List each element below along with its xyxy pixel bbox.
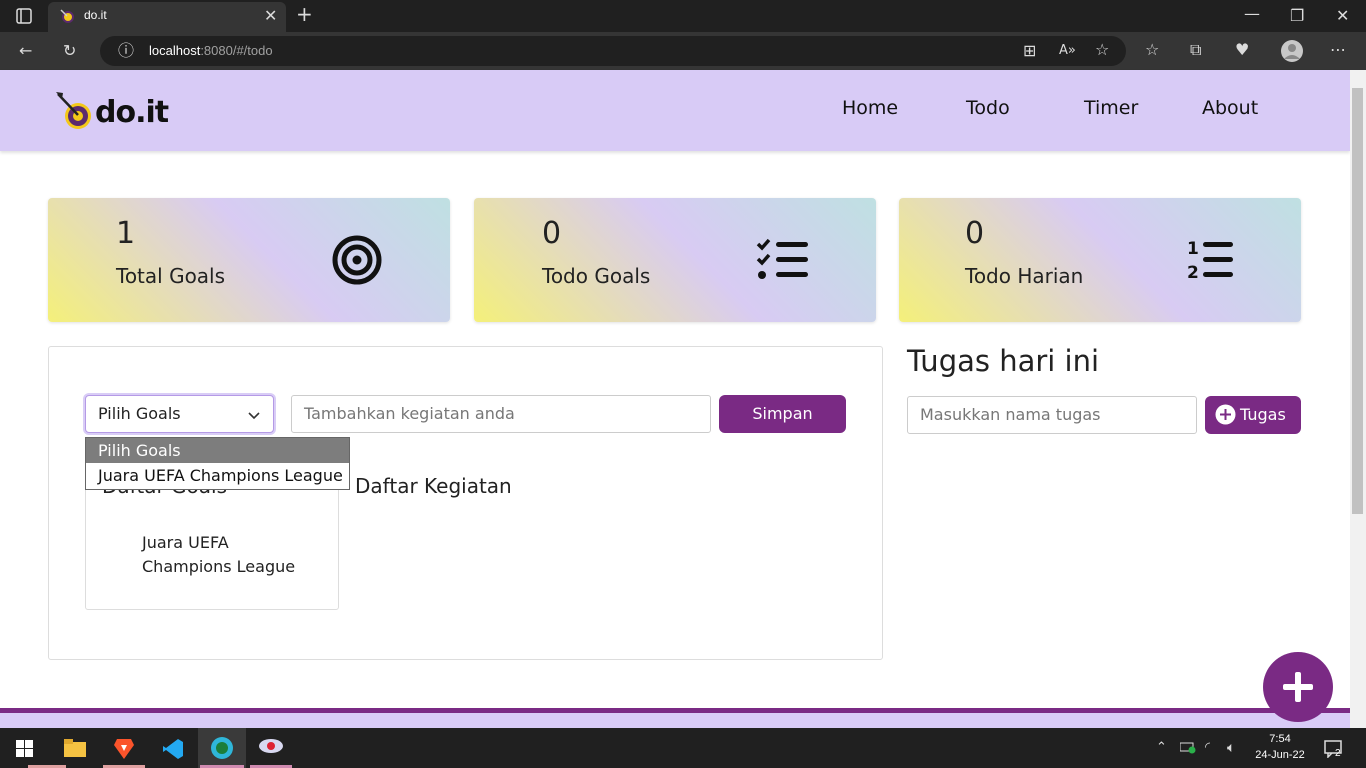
brand-name[interactable]: do.it xyxy=(95,95,169,130)
nav-timer[interactable]: Timer xyxy=(1084,97,1138,119)
site-info-icon[interactable]: ⓘ xyxy=(118,43,134,59)
save-button[interactable]: Simpan xyxy=(719,395,846,433)
plus-icon xyxy=(1281,670,1315,708)
today-tasks-title: Tugas hari ini xyxy=(907,344,1100,378)
url-host: localhost xyxy=(149,43,201,58)
goal-item[interactable]: Juara UEFA Champions League xyxy=(142,531,312,579)
chevron-down-icon[interactable] xyxy=(247,407,261,426)
dropdown-option-selected[interactable]: Pilih Goals xyxy=(86,438,349,463)
stat-value: 0 xyxy=(965,216,985,251)
plus-circle-icon xyxy=(1215,404,1236,429)
wifi-icon[interactable]: ◜ xyxy=(1205,740,1210,756)
clock-time: 7:54 xyxy=(1269,733,1291,745)
vscode-icon[interactable] xyxy=(162,738,184,764)
stat-label: Todo Harian xyxy=(965,264,1084,288)
add-favorite-icon[interactable]: ☆ xyxy=(1095,42,1109,58)
add-task-label: Tugas xyxy=(1240,405,1286,424)
logo-icon[interactable] xyxy=(54,88,98,136)
stat-label: Total Goals xyxy=(116,264,226,288)
checklist-icon xyxy=(756,238,810,286)
taskbar-clock[interactable]: 7:54 24-Jun-22 xyxy=(1254,731,1306,763)
favorites-icon[interactable]: ☆ xyxy=(1145,42,1159,58)
show-hidden-icons-icon[interactable]: ⌃ xyxy=(1156,740,1167,756)
url-path: :8080/#/todo xyxy=(200,43,273,58)
save-button-label: Simpan xyxy=(752,404,813,423)
notification-count: 2 xyxy=(1335,748,1341,759)
battery-icon[interactable] xyxy=(1179,740,1196,757)
tab-actions-icon[interactable] xyxy=(16,8,32,27)
windows-start-icon[interactable] xyxy=(16,740,33,761)
footer-bar xyxy=(0,708,1350,728)
nav-todo[interactable]: Todo xyxy=(966,97,1010,119)
brave-browser-icon[interactable] xyxy=(114,737,134,763)
collections-icon[interactable]: ⧉ xyxy=(1190,42,1201,58)
stat-value: 1 xyxy=(116,216,136,251)
stat-card-todo-goals xyxy=(474,198,876,322)
app-icon[interactable] xyxy=(258,737,284,763)
dropdown-option[interactable]: Juara UEFA Champions League xyxy=(98,466,343,485)
task-name-placeholder: Masukkan nama tugas xyxy=(920,405,1101,424)
tab-title: do.it xyxy=(84,8,107,22)
stat-label: Todo Goals xyxy=(542,264,651,288)
close-tab-icon[interactable]: ✕ xyxy=(264,8,277,24)
restore-icon[interactable]: ❐ xyxy=(1290,8,1304,24)
file-explorer-icon[interactable] xyxy=(64,739,86,761)
profile-avatar-icon[interactable] xyxy=(1281,40,1303,65)
app-available-icon[interactable]: ⊞ xyxy=(1023,43,1036,59)
notifications-icon[interactable] xyxy=(1324,740,1344,761)
nav-home[interactable]: Home xyxy=(842,97,898,119)
numbered-list-icon: 1 2 xyxy=(1186,238,1236,286)
url-text[interactable]: localhost:8080/#/todo xyxy=(149,43,273,58)
scrollbar-thumb[interactable] xyxy=(1352,88,1363,514)
svg-text:2: 2 xyxy=(1187,263,1199,282)
close-window-icon[interactable]: ✕ xyxy=(1336,8,1349,24)
health-icon[interactable]: ♥ xyxy=(1235,42,1249,58)
stat-value: 0 xyxy=(542,216,562,251)
goals-select-value: Pilih Goals xyxy=(98,404,181,423)
volume-icon[interactable]: 🔈︎ xyxy=(1227,740,1235,756)
target-icon xyxy=(332,235,382,289)
clock-date: 24-Jun-22 xyxy=(1255,749,1305,761)
more-menu-icon[interactable]: ⋯ xyxy=(1330,42,1346,58)
app-navbar xyxy=(0,70,1350,151)
edge-browser-icon[interactable] xyxy=(210,736,234,764)
activities-list-title: Daftar Kegiatan xyxy=(355,474,512,498)
activity-input-placeholder: Tambahkan kegiatan anda xyxy=(304,404,515,423)
read-aloud-icon[interactable]: A» xyxy=(1059,43,1076,59)
new-tab-icon[interactable]: + xyxy=(296,4,313,24)
refresh-icon[interactable]: ↻ xyxy=(63,43,76,59)
minimize-icon[interactable]: — xyxy=(1244,6,1260,22)
back-icon[interactable]: ← xyxy=(19,43,32,59)
stat-card-total-goals xyxy=(48,198,450,322)
stat-card-todo-harian xyxy=(899,198,1301,322)
nav-about[interactable]: About xyxy=(1202,97,1258,119)
favicon-icon xyxy=(60,9,74,26)
svg-text:1: 1 xyxy=(1187,239,1199,259)
